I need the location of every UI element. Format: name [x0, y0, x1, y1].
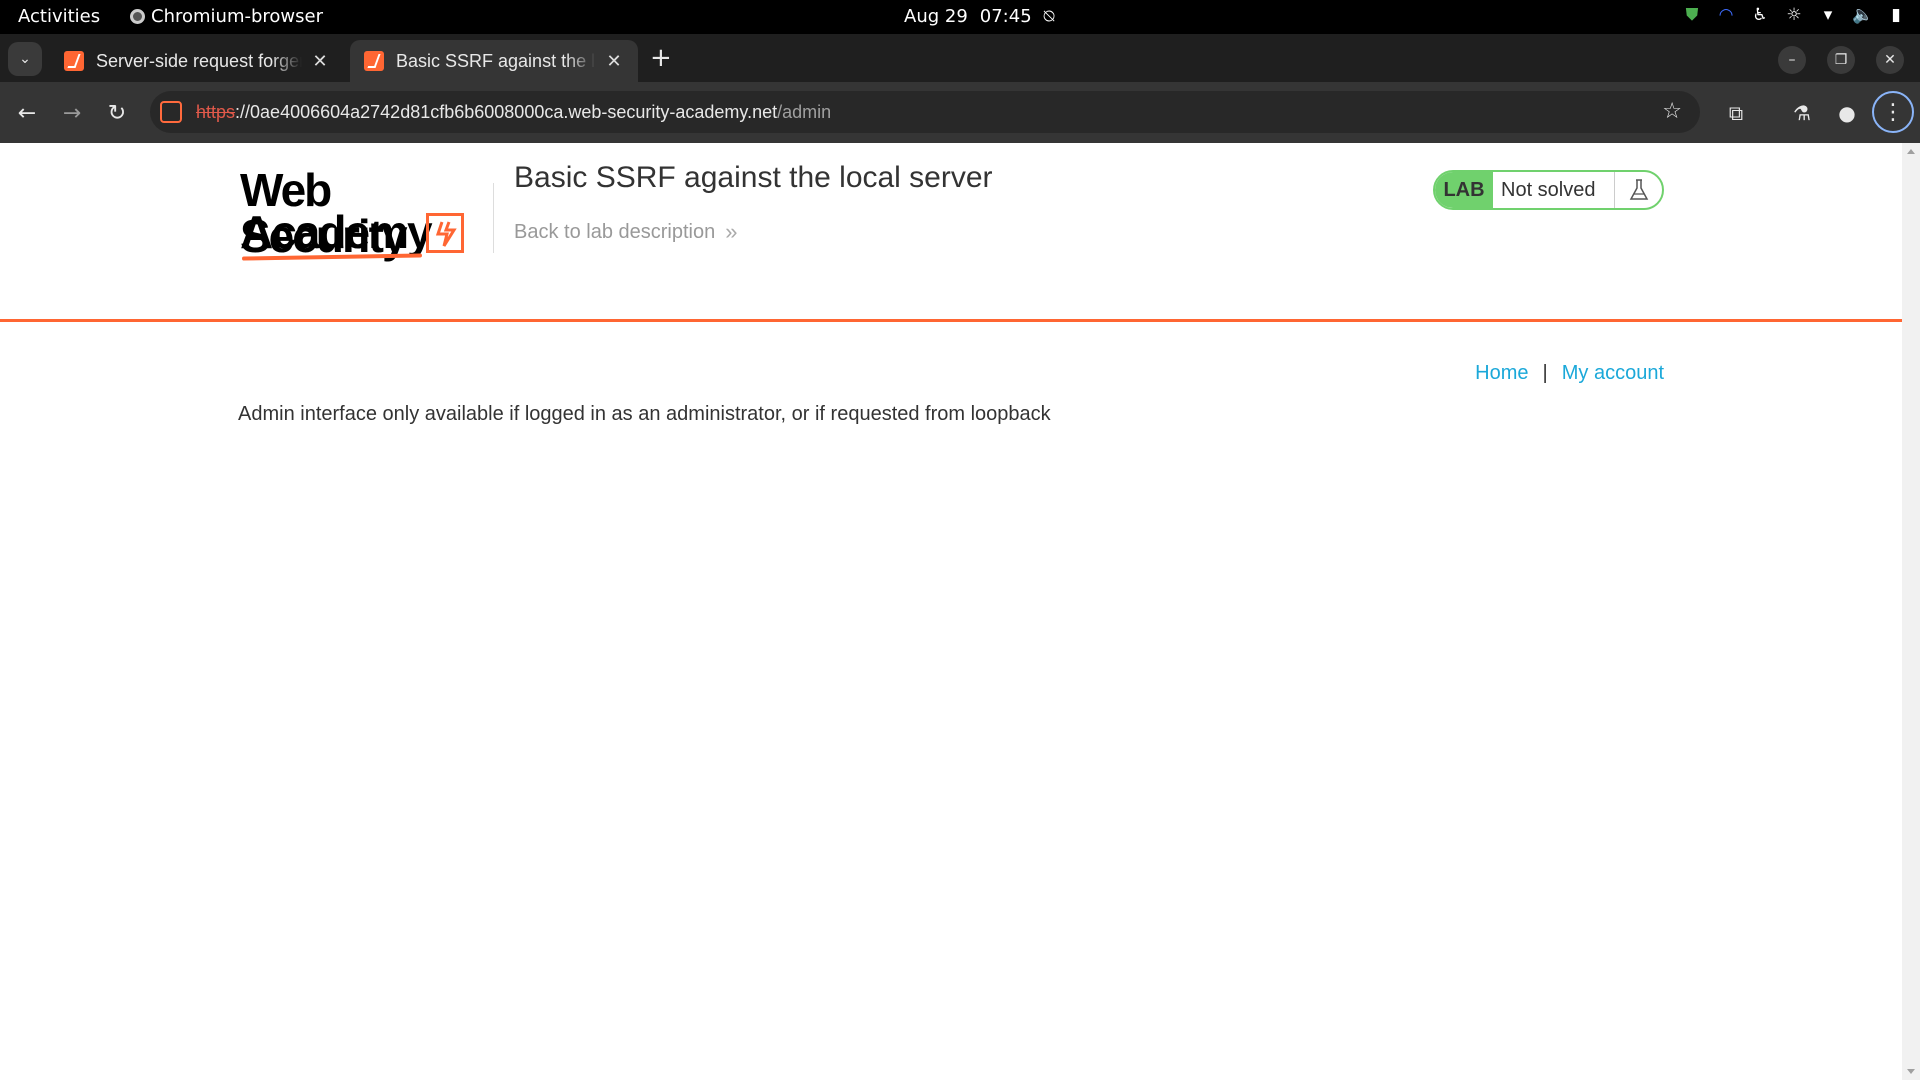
page-nav: Home | My account	[1475, 362, 1664, 385]
notifications-muted-icon: ⍉	[1043, 6, 1055, 27]
plus-icon: +	[650, 43, 672, 73]
tab-strip: ⌄ Server-side request forgery ✕ Basic SS…	[0, 34, 1920, 82]
wifi-icon: ▾	[1823, 5, 1833, 25]
restore-icon: ❐	[1834, 52, 1848, 68]
close-window-button[interactable]: ✕	[1876, 46, 1904, 74]
time-label: 07:45	[979, 6, 1032, 27]
shield-icon: ⛊	[1685, 5, 1699, 25]
close-icon[interactable]: ✕	[604, 51, 624, 72]
restore-button[interactable]: ❐	[1827, 46, 1855, 74]
profile-button[interactable]: ●	[1832, 98, 1862, 128]
volume-icon: 🔈	[1852, 5, 1874, 25]
url-text[interactable]: https://0ae4006604a2742d81cfb6b6008000ca…	[196, 102, 831, 123]
minimize-icon: –	[1788, 52, 1796, 68]
kebab-menu-icon: ⋮	[1882, 99, 1904, 125]
flask-icon	[1615, 172, 1662, 208]
address-bar[interactable]: https://0ae4006604a2742d81cfb6b6008000ca…	[150, 91, 1700, 133]
reload-button[interactable]: ↻	[102, 98, 132, 128]
lightning-logo-icon	[426, 213, 464, 253]
lab-status-widget: LAB Not solved	[1433, 170, 1664, 210]
page-scrollbar[interactable]	[1902, 143, 1920, 1080]
url-scheme: https	[196, 102, 236, 122]
app-name: Chromium-browser	[151, 6, 323, 27]
tab-title: Server-side request forgery	[96, 50, 302, 71]
my-account-link[interactable]: My account	[1562, 362, 1664, 385]
battery-icon: ▮	[1891, 5, 1901, 25]
flask-icon: ⚗	[1793, 101, 1811, 125]
url-path: /admin	[777, 102, 832, 122]
chromium-icon	[130, 9, 145, 24]
puzzle-icon: ⧉	[1728, 101, 1744, 125]
back-link-label: Back to lab description	[514, 220, 716, 243]
home-link[interactable]: Home	[1475, 362, 1528, 385]
browser-toolbar: ← → ↻ https://0ae4006604a2742d81cfb6b600…	[0, 82, 1920, 143]
clock[interactable]: Aug 29 07:45 ⍉	[904, 6, 1054, 27]
portswigger-favicon-icon	[364, 51, 384, 71]
bookmark-star-icon[interactable]: ☆	[1662, 99, 1682, 124]
system-top-bar: Activities Chromium-browser Aug 29 07:45…	[0, 0, 1920, 34]
browser-menu-button[interactable]: ⋮	[1872, 91, 1914, 133]
extensions-button[interactable]: ⧉	[1721, 98, 1751, 128]
nav-separator: |	[1542, 362, 1548, 384]
app-menu[interactable]: Chromium-browser	[130, 6, 323, 27]
date-label: Aug 29	[904, 6, 968, 27]
reload-icon: ↻	[107, 100, 127, 126]
header-divider	[493, 183, 494, 253]
brightness-icon: ☼	[1786, 5, 1802, 25]
url-host: ://0ae4006604a2742d81cfb6b6008000ca.web-…	[235, 102, 778, 122]
header-rule	[0, 319, 1902, 322]
lab-title: Basic SSRF against the local server	[514, 161, 993, 194]
person-icon: ●	[1838, 101, 1856, 125]
arrow-left-icon: ←	[17, 100, 37, 126]
accessibility-icon: ♿	[1752, 5, 1768, 25]
new-tab-button[interactable]: +	[650, 44, 672, 72]
scroll-down-icon[interactable]	[1907, 1069, 1915, 1074]
activities-button[interactable]: Activities	[18, 6, 100, 27]
logo-line2: Academy	[240, 206, 433, 258]
tab-basic-ssrf-lab[interactable]: Basic SSRF against the local server ✕	[350, 40, 638, 82]
page-viewport: Web Security Academy Basic SSRF against …	[0, 143, 1902, 1080]
forward-button[interactable]: →	[57, 98, 87, 128]
back-button[interactable]: ←	[12, 98, 42, 128]
tab-title: Basic SSRF against the local server	[396, 50, 596, 71]
system-tray[interactable]: ⛊ ◠ ♿ ☼ ▾ 🔈 ▮	[1682, 5, 1906, 25]
network-app-icon: ◠	[1718, 5, 1734, 25]
scroll-up-icon[interactable]	[1907, 149, 1915, 154]
tab-ssrf-topic[interactable]: Server-side request forgery ✕	[50, 40, 344, 82]
lab-badge: LAB	[1435, 172, 1493, 208]
portswigger-favicon-icon	[64, 51, 84, 71]
tab-search-button[interactable]: ⌄	[8, 42, 42, 76]
site-security-icon[interactable]	[160, 101, 182, 123]
back-to-lab-description-link[interactable]: Back to lab description »	[514, 219, 737, 245]
admin-unavailable-message: Admin interface only available if logged…	[238, 403, 1051, 425]
minimize-button[interactable]: –	[1778, 46, 1806, 74]
lab-status-text: Not solved	[1493, 172, 1615, 208]
chevron-down-icon: ⌄	[19, 51, 31, 67]
close-icon: ✕	[1884, 52, 1896, 68]
double-chevron-right-icon: »	[725, 219, 738, 244]
arrow-right-icon: →	[62, 100, 82, 126]
web-security-academy-logo[interactable]: Web Security Academy	[240, 167, 490, 262]
labs-button[interactable]: ⚗	[1787, 98, 1817, 128]
close-icon[interactable]: ✕	[310, 51, 330, 72]
